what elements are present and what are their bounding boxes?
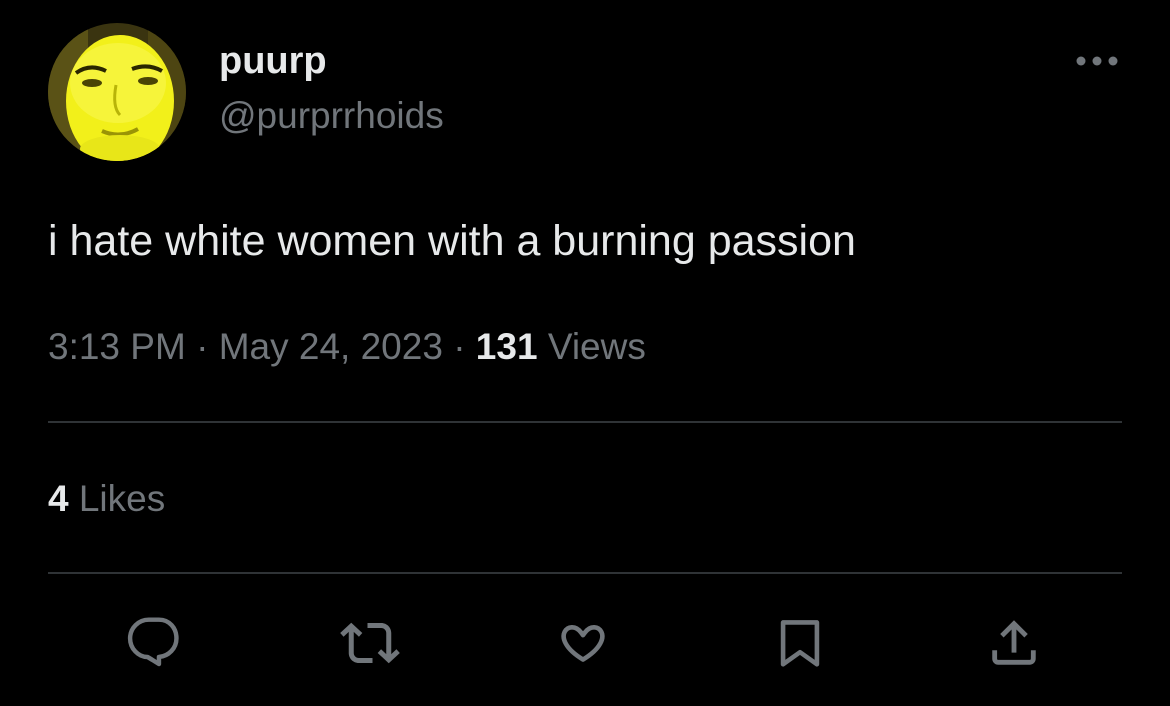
divider [48,421,1122,423]
tweet-date[interactable]: May 24, 2023 [219,326,443,367]
retweet-icon [340,622,400,664]
likes-stat[interactable]: 4 Likes [48,474,165,524]
like-button[interactable] [553,613,613,673]
tweet-text: i hate white women with a burning passio… [48,217,856,265]
tweet-time[interactable]: 3:13 PM [48,326,186,367]
more-options-button[interactable] [1072,45,1122,77]
reply-icon [127,617,179,667]
heart-icon [561,624,605,662]
likes-count: 4 [48,478,69,519]
divider [48,572,1122,574]
avatar-image [48,23,186,161]
more-dots-icon [1076,56,1118,66]
user-handle[interactable]: @purprrhoids [219,94,444,138]
tweet-meta: 3:13 PM · May 24, 2023 · 131 Views [48,322,646,372]
avatar[interactable] [48,23,186,161]
display-name[interactable]: puurp [219,38,327,84]
views-label: Views [547,326,646,367]
reply-button[interactable] [124,613,184,673]
retweet-button[interactable] [340,613,400,673]
share-button[interactable] [984,613,1044,673]
likes-label: Likes [78,478,166,519]
views-count: 131 [475,326,538,367]
share-icon [992,620,1036,665]
bookmark-button[interactable] [770,613,830,673]
meta-separator: · [196,326,209,367]
meta-separator: · [453,326,466,367]
bookmark-icon [780,620,820,667]
